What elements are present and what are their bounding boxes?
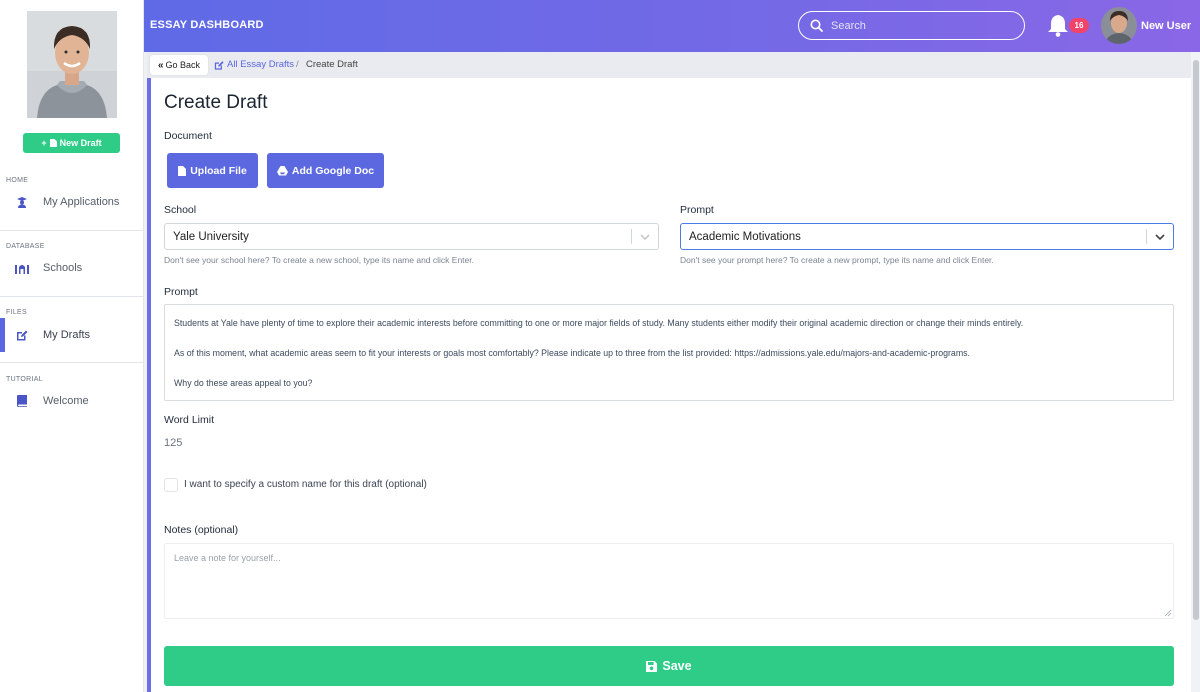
edit-icon (15, 328, 29, 342)
school-hint: Don't see your school here? To create a … (164, 255, 474, 265)
breadcrumb-parent-label: All Essay Drafts (227, 59, 295, 70)
sidebar-item-label: My Drafts (43, 329, 91, 341)
sidebar-item-my-drafts[interactable]: My Drafts (0, 318, 143, 352)
document-label: Document (164, 130, 212, 142)
breadcrumb-separator: / (296, 59, 299, 70)
section-label-home: HOME (6, 177, 29, 184)
resize-handle-icon[interactable] (1164, 609, 1172, 617)
search-input[interactable]: Search (798, 11, 1025, 40)
sidebar-item-my-applications[interactable]: My Applications (0, 185, 143, 219)
sidebar-item-schools[interactable]: Schools (0, 251, 143, 285)
custom-name-checkbox[interactable] (164, 478, 178, 492)
accent-strip (147, 78, 151, 692)
new-draft-label: New Draft (59, 138, 102, 148)
divider (0, 230, 143, 231)
notes-textarea[interactable]: Leave a note for yourself... (164, 543, 1174, 619)
school-select[interactable]: Yale University (164, 223, 659, 250)
file-icon (178, 165, 187, 176)
divider (0, 296, 143, 297)
breadcrumb: « Go Back All Essay Drafts / Create Draf… (147, 52, 1191, 78)
section-label-database: DATABASE (6, 243, 45, 250)
google-drive-icon (276, 165, 288, 175)
go-back-label: Go Back (165, 60, 201, 70)
plus-icon: + (41, 138, 47, 148)
notes-label: Notes (optional) (164, 524, 239, 536)
graduate-icon (15, 195, 29, 209)
user-avatar[interactable] (1101, 7, 1137, 44)
word-limit-label: Word Limit (164, 414, 214, 426)
search-placeholder: Search (831, 19, 866, 32)
notification-badge: 16 (1069, 18, 1089, 33)
chevron-down-icon[interactable] (632, 233, 658, 240)
divider (0, 362, 143, 363)
file-icon (49, 139, 57, 147)
prompt-hint: Don't see your prompt here? To create a … (680, 255, 994, 265)
prompt-select[interactable]: Academic Motivations (680, 223, 1174, 250)
app-title: ESSAY DASHBOARD (150, 19, 264, 31)
search-icon (810, 19, 824, 33)
sidebar-item-welcome[interactable]: Welcome (0, 384, 143, 418)
school-select-value: Yale University (173, 230, 249, 243)
add-google-doc-button[interactable]: Add Google Doc (267, 153, 384, 188)
profile-photo (27, 11, 117, 118)
prompt-paragraph: As of this moment, what academic areas s… (174, 348, 970, 358)
prompt-select-label: Prompt (680, 204, 714, 216)
sidebar-item-label: Schools (43, 262, 83, 274)
main-content: « Go Back All Essay Drafts / Create Draf… (147, 52, 1191, 692)
sidebar-item-label: My Applications (43, 196, 120, 208)
breadcrumb-current: Create Draft (306, 59, 358, 70)
top-header: ESSAY DASHBOARD Search 16 New User (144, 0, 1200, 52)
bell-icon[interactable] (1047, 13, 1069, 37)
section-label-files: FILES (6, 309, 27, 316)
sidebar: + New Draft HOME My Applications DATABAS… (0, 0, 144, 692)
word-limit-value: 125 (164, 437, 183, 449)
section-label-tutorial: TUTORIAL (6, 376, 43, 383)
scrollbar-thumb[interactable] (1193, 60, 1199, 620)
prompt-paragraph: Why do these areas appeal to you? (174, 378, 313, 388)
upload-file-label: Upload File (190, 164, 247, 177)
double-chevron-left-icon: « (157, 59, 164, 71)
user-name[interactable]: New User (1141, 20, 1191, 32)
sidebar-item-label: Welcome (43, 395, 89, 407)
book-icon (15, 394, 29, 408)
prompt-text-label: Prompt (164, 286, 198, 298)
go-back-button[interactable]: « Go Back (150, 55, 208, 75)
edit-icon (214, 60, 224, 70)
breadcrumb-link-all-drafts[interactable]: All Essay Drafts (214, 59, 294, 70)
new-draft-button[interactable]: + New Draft (23, 133, 120, 153)
add-google-doc-label: Add Google Doc (291, 164, 375, 177)
school-label: School (164, 204, 197, 216)
custom-name-label[interactable]: I want to specify a custom name for this… (184, 479, 427, 490)
notes-placeholder: Leave a note for yourself... (174, 553, 281, 563)
prompt-textarea[interactable]: Students at Yale have plenty of time to … (164, 304, 1174, 401)
page-title: Create Draft (164, 92, 268, 113)
prompt-paragraph: Students at Yale have plenty of time to … (174, 318, 1024, 328)
floppy-disk-icon (646, 660, 658, 672)
chevron-down-icon[interactable] (1147, 233, 1173, 240)
university-icon (15, 261, 29, 275)
prompt-select-value: Academic Motivations (689, 230, 801, 243)
save-button[interactable]: Save (164, 646, 1174, 686)
upload-file-button[interactable]: Upload File (167, 153, 258, 188)
save-label: Save (662, 659, 692, 673)
